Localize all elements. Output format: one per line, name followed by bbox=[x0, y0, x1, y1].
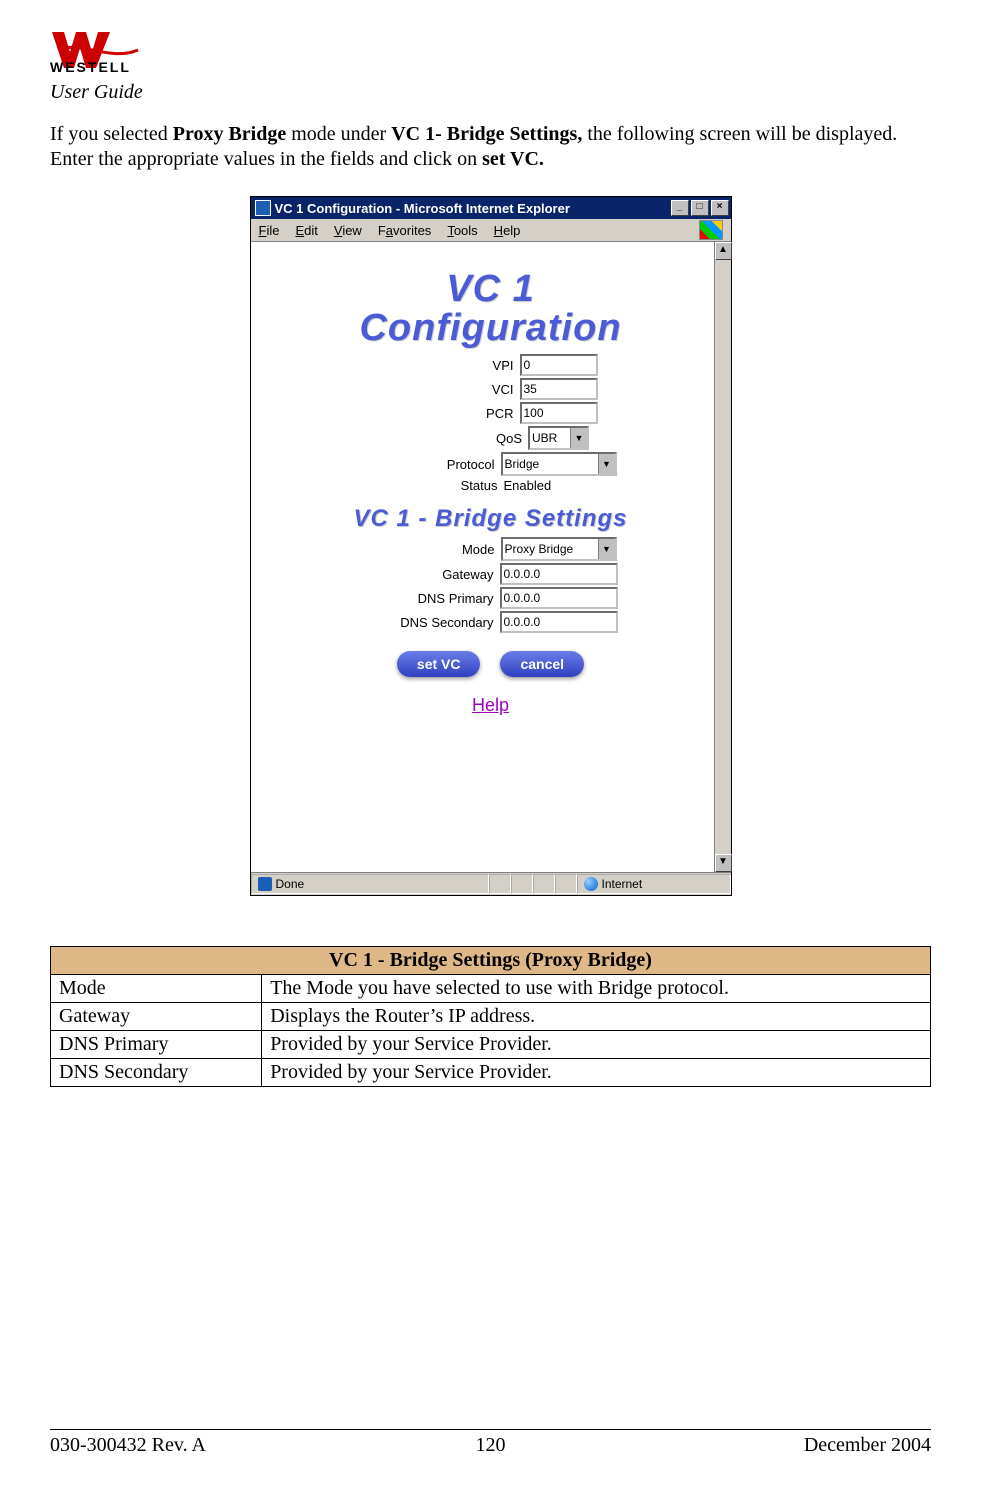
para-b3: set VC. bbox=[482, 148, 544, 170]
menu-edit[interactable]: Edit bbox=[295, 223, 317, 238]
maximize-button[interactable]: □ bbox=[691, 200, 709, 216]
status-cell bbox=[533, 874, 555, 894]
cell-val: The Mode you have selected to use with B… bbox=[262, 975, 931, 1003]
input-dns-primary[interactable] bbox=[500, 587, 618, 609]
settings-table: VC 1 - Bridge Settings (Proxy Bridge) Mo… bbox=[50, 946, 931, 1087]
menu-tools[interactable]: Tools bbox=[447, 223, 477, 238]
label-vci: VCI bbox=[384, 382, 520, 397]
label-protocol: Protocol bbox=[365, 457, 501, 472]
minimize-button[interactable]: _ bbox=[671, 200, 689, 216]
select-mode-value: Proxy Bridge bbox=[505, 542, 574, 556]
svg-text:WESTELL: WESTELL bbox=[50, 59, 131, 74]
heading-configuration: Configuration bbox=[281, 307, 701, 350]
scroll-up-button[interactable]: ▲ bbox=[715, 242, 732, 260]
input-gateway[interactable] bbox=[500, 563, 618, 585]
select-qos[interactable]: UBR ▼ bbox=[528, 426, 589, 450]
westell-logo: WESTELL bbox=[50, 30, 190, 74]
status-zone: Internet bbox=[602, 877, 643, 891]
content-area: ▲ ▼ VC 1 Configuration VPI VCI PCR QoSUB… bbox=[251, 242, 731, 873]
label-dns-secondary: DNS Secondary bbox=[364, 615, 500, 630]
table-row: ModeThe Mode you have selected to use wi… bbox=[51, 975, 931, 1003]
value-status: Enabled bbox=[504, 478, 614, 493]
label-pcr: PCR bbox=[384, 406, 520, 421]
page-header: WESTELL User Guide bbox=[50, 30, 931, 104]
select-protocol-value: Bridge bbox=[505, 457, 540, 471]
chevron-down-icon: ▼ bbox=[598, 454, 615, 474]
status-cell bbox=[489, 874, 511, 894]
status-cell bbox=[511, 874, 533, 894]
footer-left: 030-300432 Rev. A bbox=[50, 1434, 344, 1457]
set-vc-button[interactable]: set VC bbox=[397, 651, 481, 677]
table-title: VC 1 - Bridge Settings (Proxy Bridge) bbox=[51, 947, 931, 975]
select-qos-value: UBR bbox=[532, 431, 557, 445]
cell-key: Mode bbox=[51, 975, 262, 1003]
page-footer: 030-300432 Rev. A 120 December 2004 bbox=[50, 1429, 931, 1457]
cell-val: Provided by your Service Provider. bbox=[262, 1031, 931, 1059]
heading-vc1: VC 1 bbox=[281, 268, 701, 311]
close-button[interactable]: × bbox=[711, 200, 729, 216]
menu-help[interactable]: Help bbox=[494, 223, 521, 238]
menubar: File Edit View Favorites Tools Help bbox=[251, 219, 731, 242]
chevron-down-icon: ▼ bbox=[598, 539, 615, 559]
menu-file[interactable]: File bbox=[259, 223, 280, 238]
scroll-down-button[interactable]: ▼ bbox=[715, 854, 732, 872]
label-qos: QoS bbox=[392, 431, 528, 446]
footer-center: 120 bbox=[344, 1434, 638, 1457]
ie-icon bbox=[255, 200, 271, 216]
table-row: GatewayDisplays the Router’s IP address. bbox=[51, 1003, 931, 1031]
input-vci[interactable] bbox=[520, 378, 598, 400]
intro-paragraph: If you selected Proxy Bridge mode under … bbox=[50, 122, 931, 172]
cell-key: DNS Primary bbox=[51, 1031, 262, 1059]
select-protocol[interactable]: Bridge ▼ bbox=[501, 452, 617, 476]
browser-window: VC 1 Configuration - Microsoft Internet … bbox=[250, 196, 732, 896]
menu-view[interactable]: View bbox=[334, 223, 362, 238]
label-vpi: VPI bbox=[384, 358, 520, 373]
cell-val: Displays the Router’s IP address. bbox=[262, 1003, 931, 1031]
input-dns-secondary[interactable] bbox=[500, 611, 618, 633]
label-mode: Mode bbox=[365, 542, 501, 557]
chevron-down-icon: ▼ bbox=[570, 428, 587, 448]
input-pcr[interactable] bbox=[520, 402, 598, 424]
status-done: Done bbox=[276, 877, 305, 891]
cell-val: Provided by your Service Provider. bbox=[262, 1059, 931, 1087]
page-icon bbox=[258, 877, 272, 891]
label-status: Status bbox=[368, 478, 504, 493]
windows-logo-icon bbox=[699, 220, 723, 240]
table-row: DNS PrimaryProvided by your Service Prov… bbox=[51, 1031, 931, 1059]
globe-icon bbox=[584, 877, 598, 891]
titlebar: VC 1 Configuration - Microsoft Internet … bbox=[251, 197, 731, 219]
menu-favorites[interactable]: Favorites bbox=[378, 223, 431, 238]
label-gateway: Gateway bbox=[364, 567, 500, 582]
footer-right: December 2004 bbox=[637, 1434, 931, 1457]
heading-bridge-settings: VC 1 - Bridge Settings bbox=[281, 505, 701, 533]
cancel-button[interactable]: cancel bbox=[500, 651, 584, 677]
doc-subtitle: User Guide bbox=[50, 81, 931, 104]
help-link[interactable]: Help bbox=[472, 695, 509, 716]
cell-key: Gateway bbox=[51, 1003, 262, 1031]
label-dns-primary: DNS Primary bbox=[364, 591, 500, 606]
window-title: VC 1 Configuration - Microsoft Internet … bbox=[275, 201, 671, 216]
cell-key: DNS Secondary bbox=[51, 1059, 262, 1087]
para-b2: VC 1- Bridge Settings, bbox=[391, 123, 582, 145]
input-vpi[interactable] bbox=[520, 354, 598, 376]
para-t1: If you selected bbox=[50, 123, 173, 145]
table-row: DNS SecondaryProvided by your Service Pr… bbox=[51, 1059, 931, 1087]
statusbar: Done Internet bbox=[251, 873, 731, 895]
status-cell bbox=[555, 874, 577, 894]
select-mode[interactable]: Proxy Bridge ▼ bbox=[501, 537, 617, 561]
para-t2: mode under bbox=[286, 123, 391, 145]
scrollbar[interactable]: ▲ ▼ bbox=[714, 242, 731, 872]
para-b1: Proxy Bridge bbox=[173, 123, 287, 145]
